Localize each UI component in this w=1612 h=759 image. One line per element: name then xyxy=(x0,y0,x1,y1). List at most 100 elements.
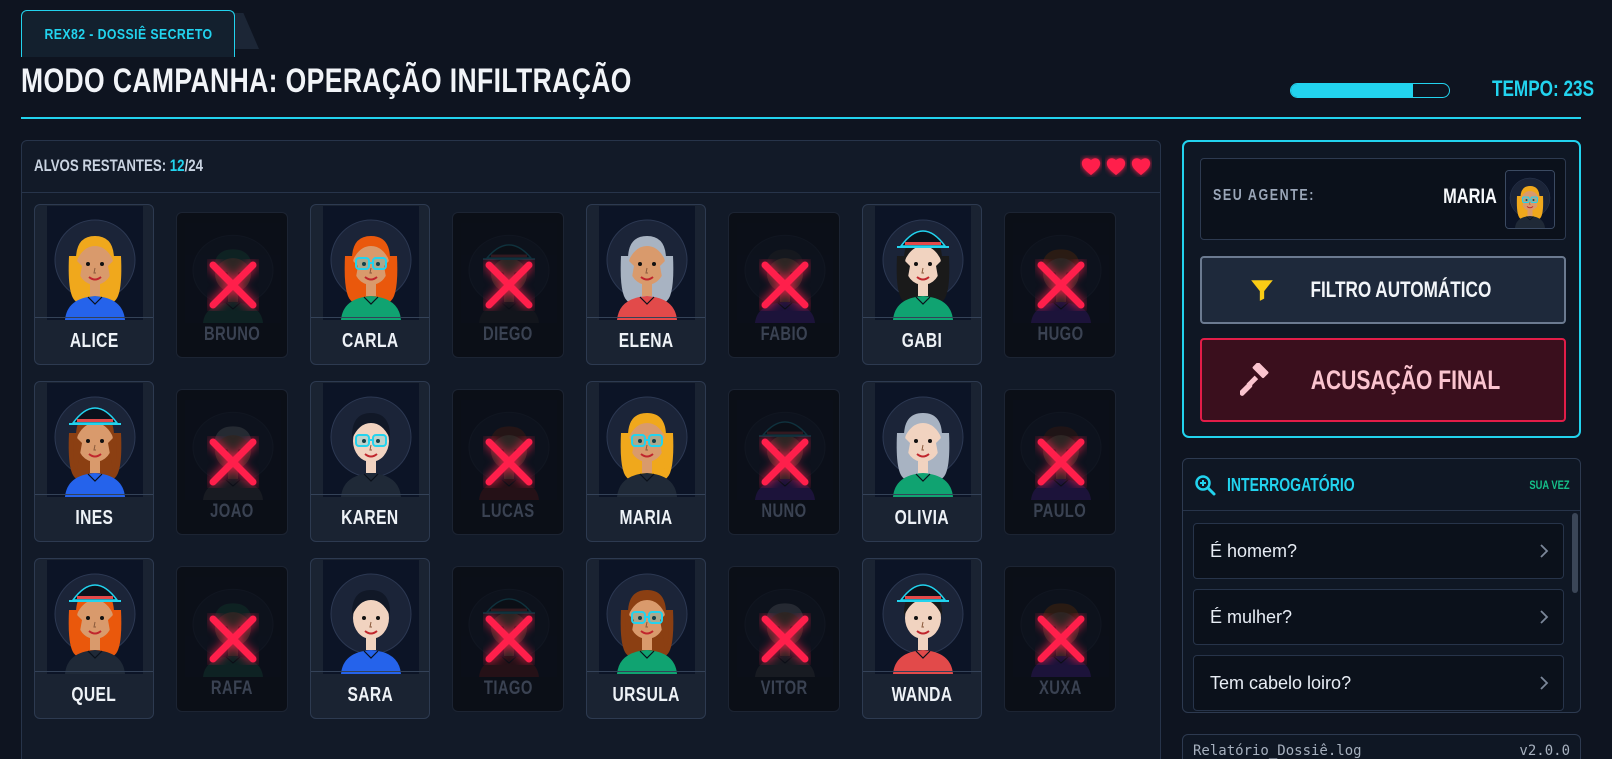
character-card[interactable]: KAREN xyxy=(310,381,430,542)
character-card[interactable]: MARIA xyxy=(586,381,706,542)
remaining-label: ALVOS RESTANTES: xyxy=(34,156,170,175)
character-card[interactable]: URSULA xyxy=(586,558,706,719)
character-name: TIAGO xyxy=(483,678,533,699)
character-portrait xyxy=(875,206,971,320)
character-card[interactable]: JOAO xyxy=(176,389,288,535)
tab-tail xyxy=(233,13,259,49)
character-name-plate: QUEL xyxy=(35,671,153,718)
character-portrait xyxy=(323,383,419,497)
character-name: ALICE xyxy=(69,329,119,352)
character-name-plate: CARLA xyxy=(311,317,429,364)
auto-filter-label: FILTRO AUTOMÁTICO xyxy=(1310,277,1492,302)
character-name-plate: FABIO xyxy=(729,313,839,357)
interrogation-header: INTERROGATÓRIO SUA VEZ xyxy=(1183,459,1580,511)
character-card[interactable]: OLIVIA xyxy=(862,381,982,542)
interrogation-title: INTERROGATÓRIO xyxy=(1227,475,1355,495)
character-name: SARA xyxy=(347,683,393,706)
character-name-plate: GABI xyxy=(863,317,981,364)
question-item[interactable]: É homem? xyxy=(1193,523,1564,579)
character-name: QUEL xyxy=(71,683,117,706)
character-name-plate: NUNO xyxy=(729,490,839,534)
character-portrait xyxy=(599,560,695,674)
character-card[interactable]: ELENA xyxy=(586,204,706,365)
character-name: BRUNO xyxy=(203,324,261,345)
character-name: VITOR xyxy=(760,678,808,699)
character-card[interactable]: HUGO xyxy=(1004,212,1116,358)
character-name-plate: RAFA xyxy=(177,667,287,711)
character-card[interactable]: ALICE xyxy=(34,204,154,365)
character-card[interactable]: XUXA xyxy=(1004,566,1116,712)
character-name-plate: LUCAS xyxy=(453,490,563,534)
remaining-count: 12 xyxy=(169,156,185,175)
eliminated-x-icon xyxy=(761,261,809,309)
timer-fill xyxy=(1291,84,1413,97)
character-portrait xyxy=(599,383,695,497)
total-count: /24 xyxy=(184,156,204,175)
character-name-plate: BRUNO xyxy=(177,313,287,357)
character-name: URSULA xyxy=(612,683,680,706)
character-card[interactable]: LUCAS xyxy=(452,389,564,535)
character-card[interactable]: CARLA xyxy=(310,204,430,365)
character-name: HUGO xyxy=(1036,324,1084,345)
character-card[interactable]: PAULO xyxy=(1004,389,1116,535)
chevron-right-icon xyxy=(1540,610,1549,624)
character-name-plate: ELENA xyxy=(587,317,705,364)
character-card[interactable]: VITOR xyxy=(728,566,840,712)
character-card[interactable]: INES xyxy=(34,381,154,542)
interrogation-panel: INTERROGATÓRIO SUA VEZ É homem? É mulher… xyxy=(1182,458,1581,713)
eliminated-x-icon xyxy=(1037,261,1085,309)
character-name-plate: ALICE xyxy=(35,317,153,364)
character-name-plate: TIAGO xyxy=(453,667,563,711)
question-item[interactable]: Tem cabelo loiro? xyxy=(1193,655,1564,711)
character-name: KAREN xyxy=(341,506,399,529)
character-card[interactable]: TIAGO xyxy=(452,566,564,712)
character-card[interactable]: WANDA xyxy=(862,558,982,719)
character-card[interactable]: FABIO xyxy=(728,212,840,358)
control-panel: SEU AGENTE: MARIA FILTRO AUTOMÁTICO ACUS… xyxy=(1182,140,1581,438)
auto-filter-button[interactable]: FILTRO AUTOMÁTICO xyxy=(1200,256,1566,324)
character-name: CARLA xyxy=(341,329,399,352)
character-card[interactable]: NUNO xyxy=(728,389,840,535)
character-card[interactable]: QUEL xyxy=(34,558,154,719)
log-version: v2.0.0 xyxy=(1519,743,1570,759)
question-item[interactable]: É mulher? xyxy=(1193,589,1564,645)
agent-name: MARIA xyxy=(1443,185,1497,208)
question-text: Tem cabelo loiro? xyxy=(1210,673,1352,693)
character-name-plate: SARA xyxy=(311,671,429,718)
eliminated-x-icon xyxy=(761,438,809,486)
character-card[interactable]: BRUNO xyxy=(176,212,288,358)
heart-icon xyxy=(1081,158,1101,176)
character-card[interactable]: RAFA xyxy=(176,566,288,712)
character-name: XUXA xyxy=(1038,678,1082,699)
character-card[interactable]: SARA xyxy=(310,558,430,719)
character-portrait xyxy=(47,560,143,674)
eliminated-x-icon xyxy=(485,438,533,486)
character-card[interactable]: DIEGO xyxy=(452,212,564,358)
heart-icon xyxy=(1106,158,1126,176)
character-name-plate: JOAO xyxy=(177,490,287,534)
remaining-targets: ALVOS RESTANTES: 12/24 xyxy=(34,156,203,176)
eliminated-x-icon xyxy=(1037,615,1085,663)
character-portrait xyxy=(875,560,971,674)
character-portrait xyxy=(875,383,971,497)
character-card[interactable]: GABI xyxy=(862,204,982,365)
character-name: FABIO xyxy=(760,324,808,345)
dossier-tab[interactable]: REX82 - DOSSIÊ SECRETO xyxy=(21,10,235,57)
suspect-board: ALVOS RESTANTES: 12/24 ALICE BRUNO CARLA DI… xyxy=(21,140,1161,759)
character-name: ELENA xyxy=(618,329,674,352)
character-name: JOAO xyxy=(210,501,254,522)
eliminated-x-icon xyxy=(209,438,257,486)
chevron-right-icon xyxy=(1540,676,1549,690)
scrollbar[interactable] xyxy=(1572,513,1578,593)
character-name: NUNO xyxy=(761,501,807,522)
character-name-plate: MARIA xyxy=(587,494,705,541)
character-name-plate: DIEGO xyxy=(453,313,563,357)
character-name: LUCAS xyxy=(481,501,535,522)
question-text: É homem? xyxy=(1210,541,1298,561)
final-accusation-button[interactable]: ACUSAÇÃO FINAL xyxy=(1200,338,1566,422)
timer-label: TEMPO: 23S xyxy=(1492,76,1595,101)
timer-bar xyxy=(1290,83,1450,98)
page-title: MODO CAMPANHA: OPERAÇÃO INFILTRAÇÃO xyxy=(21,62,632,100)
character-portrait xyxy=(599,206,695,320)
gavel-icon xyxy=(1239,363,1268,396)
